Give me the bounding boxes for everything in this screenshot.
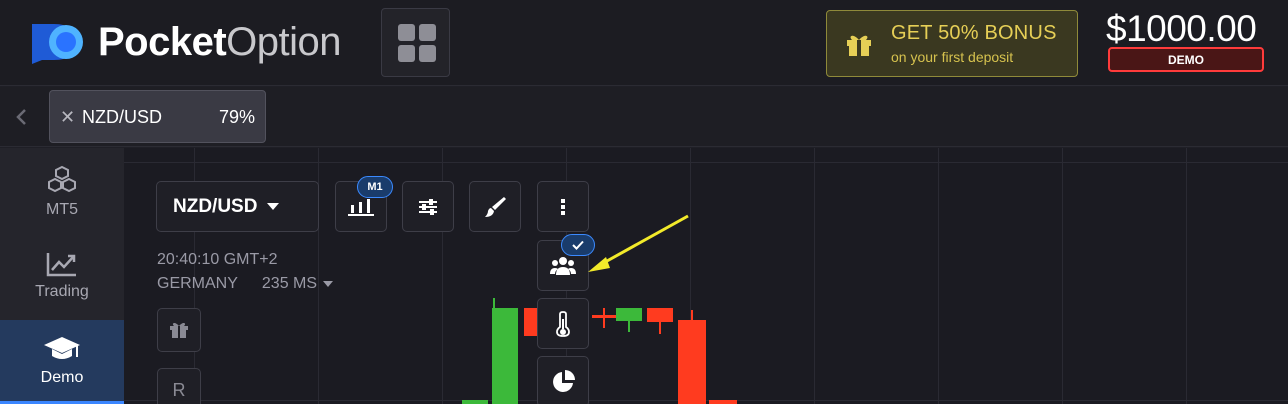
candle-down [647,308,673,322]
thermometer-icon [556,310,570,337]
grid-line [1062,148,1063,404]
asset-selector-label: NZD/USD [173,195,258,217]
sentiment-button[interactable] [537,298,589,349]
pocket-option-logo-icon [30,20,88,64]
cubes-icon [48,165,76,193]
top-bar: PocketOption GET 50% BONUS on your first… [0,0,1288,86]
candle-wick [603,308,605,328]
asset-tab-nzd-usd[interactable]: ✕ NZD/USD 79% [49,90,266,143]
server-region: GERMANY [157,275,238,292]
sidebar-item-trading[interactable]: Trading [0,234,124,318]
caret-down-icon [267,202,280,210]
paint-brush-icon [485,196,506,217]
logo-bold-text: Pocket [98,19,227,64]
account-mode-badge[interactable]: DEMO [1108,47,1264,72]
more-options-button[interactable] [537,181,589,232]
grid-square-icon [398,24,415,41]
candle-up [462,400,488,404]
candle-wick [659,322,661,334]
statistics-button[interactable] [537,356,589,404]
asset-tabs-bar: ✕ NZD/USD 79% [0,87,1288,147]
close-icon[interactable]: ✕ [60,107,75,128]
grid-line [938,148,939,404]
account-balance[interactable]: $1000.00 [1106,8,1257,50]
candlesticks-icon [348,198,374,216]
asset-selector-dropdown[interactable]: NZD/USD [156,181,319,232]
grid-square-icon [419,45,436,62]
bonus-subtitle: on your first deposit [891,49,1014,65]
candle-down [709,400,737,404]
sidebar-item-label: Trading [35,283,89,300]
bonus-title: GET 50% BONUS [891,22,1057,44]
grid-line [124,400,1288,401]
left-sidebar: MT5 Trading Demo [0,148,124,404]
ping-value: 235 MS [261,275,318,292]
server-info: GERMANY 235 MS [157,275,334,293]
server-time: 20:40:10 GMT+2 [157,251,278,268]
caret-down-icon [323,281,334,287]
tabs-scroll-left-button[interactable] [6,101,36,133]
candle-up [492,308,518,404]
sidebar-item-label: Demo [40,368,84,386]
candle-wick [691,310,693,320]
gift-icon [170,322,188,338]
sidebar-item-demo[interactable]: Demo [0,320,124,404]
drawing-tools-button[interactable] [469,181,521,232]
candle-wick [628,321,630,332]
candle-up [616,308,642,321]
gift-icon [827,31,891,57]
logo-text: PocketOption [98,19,342,65]
sidebar-item-mt5[interactable]: MT5 [0,150,124,234]
more-vertical-icon [561,198,565,215]
chevron-left-icon [16,109,26,125]
ping-dropdown[interactable]: 235 MS [261,275,334,293]
sidebar-item-label: MT5 [46,201,78,218]
graduation-cap-icon [44,336,80,359]
reset-button[interactable]: R [157,368,201,404]
check-icon [572,240,584,250]
logo[interactable]: PocketOption [30,18,342,66]
highlight-arrow-icon [588,214,689,272]
pie-chart-icon [553,369,575,392]
asset-tab-payout: 79% [218,107,255,127]
grid-line [814,148,815,404]
timeframe-badge: M1 [357,176,393,198]
candle-down [678,320,706,404]
logo-light-text: Option [226,19,342,64]
asset-tab-name: NZD/USD [82,107,162,127]
chart-line-icon [46,253,76,277]
users-icon [550,256,576,275]
grid-line [124,162,1288,163]
price-chart[interactable]: NZD/USD M1 20:40:10 GMT+2 GERMANY 235 MS… [124,148,1288,404]
sliders-icon [419,198,437,215]
indicators-settings-button[interactable] [402,181,454,232]
grid-line [1186,148,1187,404]
apps-menu-button[interactable] [381,8,450,77]
promo-gift-button[interactable] [157,308,201,352]
bonus-banner[interactable]: GET 50% BONUS on your first deposit [826,10,1078,77]
grid-square-icon [419,24,436,41]
grid-square-icon [398,45,415,62]
